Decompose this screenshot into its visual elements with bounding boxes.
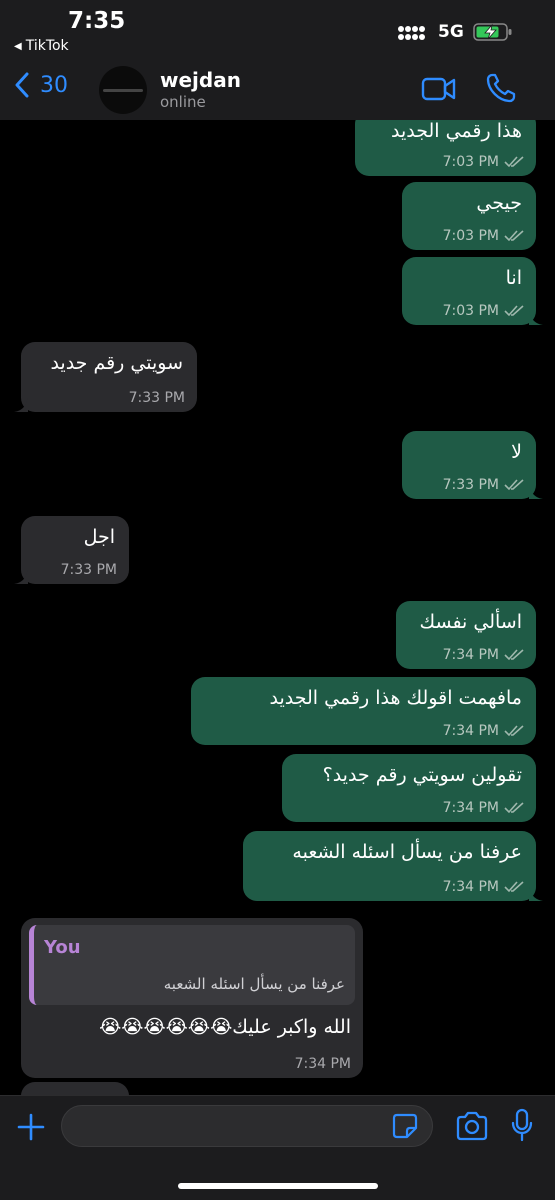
message-text: تقولين سويتي رقم جديد؟ (322, 764, 522, 786)
double-check-icon (504, 649, 524, 661)
message-input[interactable] (61, 1105, 433, 1147)
message-text: هذا رقمي الجديد (391, 120, 522, 142)
message-bubble[interactable]: لا 7:33 PM (402, 431, 543, 499)
message-time: 7:34 PM (442, 879, 499, 895)
double-check-icon (504, 230, 524, 242)
top-bar: 7:35 ◀ TikTok 5G 30 wejdan online (0, 0, 555, 120)
network-type: 5G (438, 22, 464, 42)
message-text: اسألي نفسك (419, 611, 522, 633)
signal-icon (398, 26, 425, 40)
unread-count: 30 (40, 72, 68, 98)
double-check-icon (504, 156, 524, 168)
message-time: 7:03 PM (442, 228, 499, 244)
composer-bar (0, 1095, 555, 1200)
back-button[interactable]: 30 (14, 72, 68, 98)
message-text: اجل (83, 526, 115, 548)
contact-avatar[interactable] (99, 66, 147, 114)
home-indicator (178, 1183, 378, 1189)
avatar-image (103, 88, 143, 92)
message-text: عرفنا من يسأل اسئله الشعبه (292, 841, 522, 863)
message-bubble[interactable]: مافهمت اقولك هذا رقمي الجديد 7:34 PM (191, 677, 536, 745)
back-to-app-link[interactable]: ◀ TikTok (14, 38, 69, 54)
message-text: لا (511, 441, 522, 463)
back-app-label: TikTok (25, 38, 69, 54)
bubble-tail (529, 887, 543, 901)
contact-name[interactable]: wejdan (160, 68, 241, 92)
double-check-icon (504, 881, 524, 893)
message-text: سويتي رقم جديد (50, 352, 183, 374)
message-bubble[interactable]: عرفنا من يسأل اسئله الشعبه 7:34 PM (243, 831, 543, 901)
message-bubble[interactable]: سويتي رقم جديد 7:33 PM (14, 342, 197, 412)
message-text: جيجي (476, 192, 522, 214)
sticker-icon[interactable] (392, 1113, 418, 1139)
message-text: انا (505, 267, 522, 289)
back-triangle-icon: ◀ (14, 40, 22, 52)
bubble-tail (14, 398, 28, 412)
reply-author: You (44, 937, 81, 958)
double-check-icon (504, 802, 524, 814)
double-check-icon (504, 479, 524, 491)
message-time: 7:33 PM (60, 562, 117, 578)
message-time: 7:34 PM (442, 800, 499, 816)
message-time: 7:34 PM (442, 723, 499, 739)
battery-charging-icon (473, 23, 512, 41)
message-text: مافهمت اقولك هذا رقمي الجديد (269, 687, 522, 709)
message-time: 7:03 PM (442, 303, 499, 319)
microphone-icon[interactable] (510, 1108, 534, 1142)
back-chevron-icon (15, 72, 29, 98)
message-time: 7:34 PM (294, 1056, 351, 1072)
bubble-tail (529, 311, 543, 325)
plus-icon[interactable] (16, 1112, 46, 1142)
double-check-icon (504, 305, 524, 317)
message-time: 7:33 PM (442, 477, 499, 493)
status-time: 7:35 (68, 8, 126, 34)
message-bubble[interactable]: جيجي 7:03 PM (402, 182, 536, 250)
message-bubble[interactable]: اسألي نفسك 7:34 PM (396, 601, 536, 669)
message-bubble[interactable]: هذا رقمي الجديد 7:03 PM (355, 120, 536, 176)
camera-icon[interactable] (455, 1111, 489, 1141)
double-check-icon (504, 725, 524, 737)
phone-icon[interactable] (485, 72, 517, 104)
message-time: 7:34 PM (442, 647, 499, 663)
message-bubble[interactable]: انا 7:03 PM (402, 257, 543, 325)
message-text: الله واكبر عليك😭😭😭😭😭😭 (99, 1016, 351, 1038)
video-call-icon[interactable] (421, 74, 457, 104)
message-bubble[interactable]: تقولين سويتي رقم جديد؟ 7:34 PM (282, 754, 536, 822)
reply-message-bubble[interactable]: You عرفنا من يسأل اسئله الشعبه الله واكب… (21, 918, 363, 1078)
chat-area[interactable]: هذا رقمي الجديد 7:03 PM جيجي 7:03 PM انا… (0, 120, 555, 1095)
reply-text: عرفنا من يسأل اسئله الشعبه (163, 975, 345, 993)
quoted-reply[interactable]: You عرفنا من يسأل اسئله الشعبه (29, 925, 355, 1005)
bubble-tail (14, 570, 28, 584)
partial-message-bubble[interactable] (21, 1082, 129, 1095)
message-time: 7:03 PM (442, 154, 499, 170)
contact-status: online (160, 93, 206, 111)
bubble-tail (529, 485, 543, 499)
message-bubble[interactable]: اجل 7:33 PM (14, 516, 129, 584)
message-time: 7:33 PM (128, 390, 185, 406)
